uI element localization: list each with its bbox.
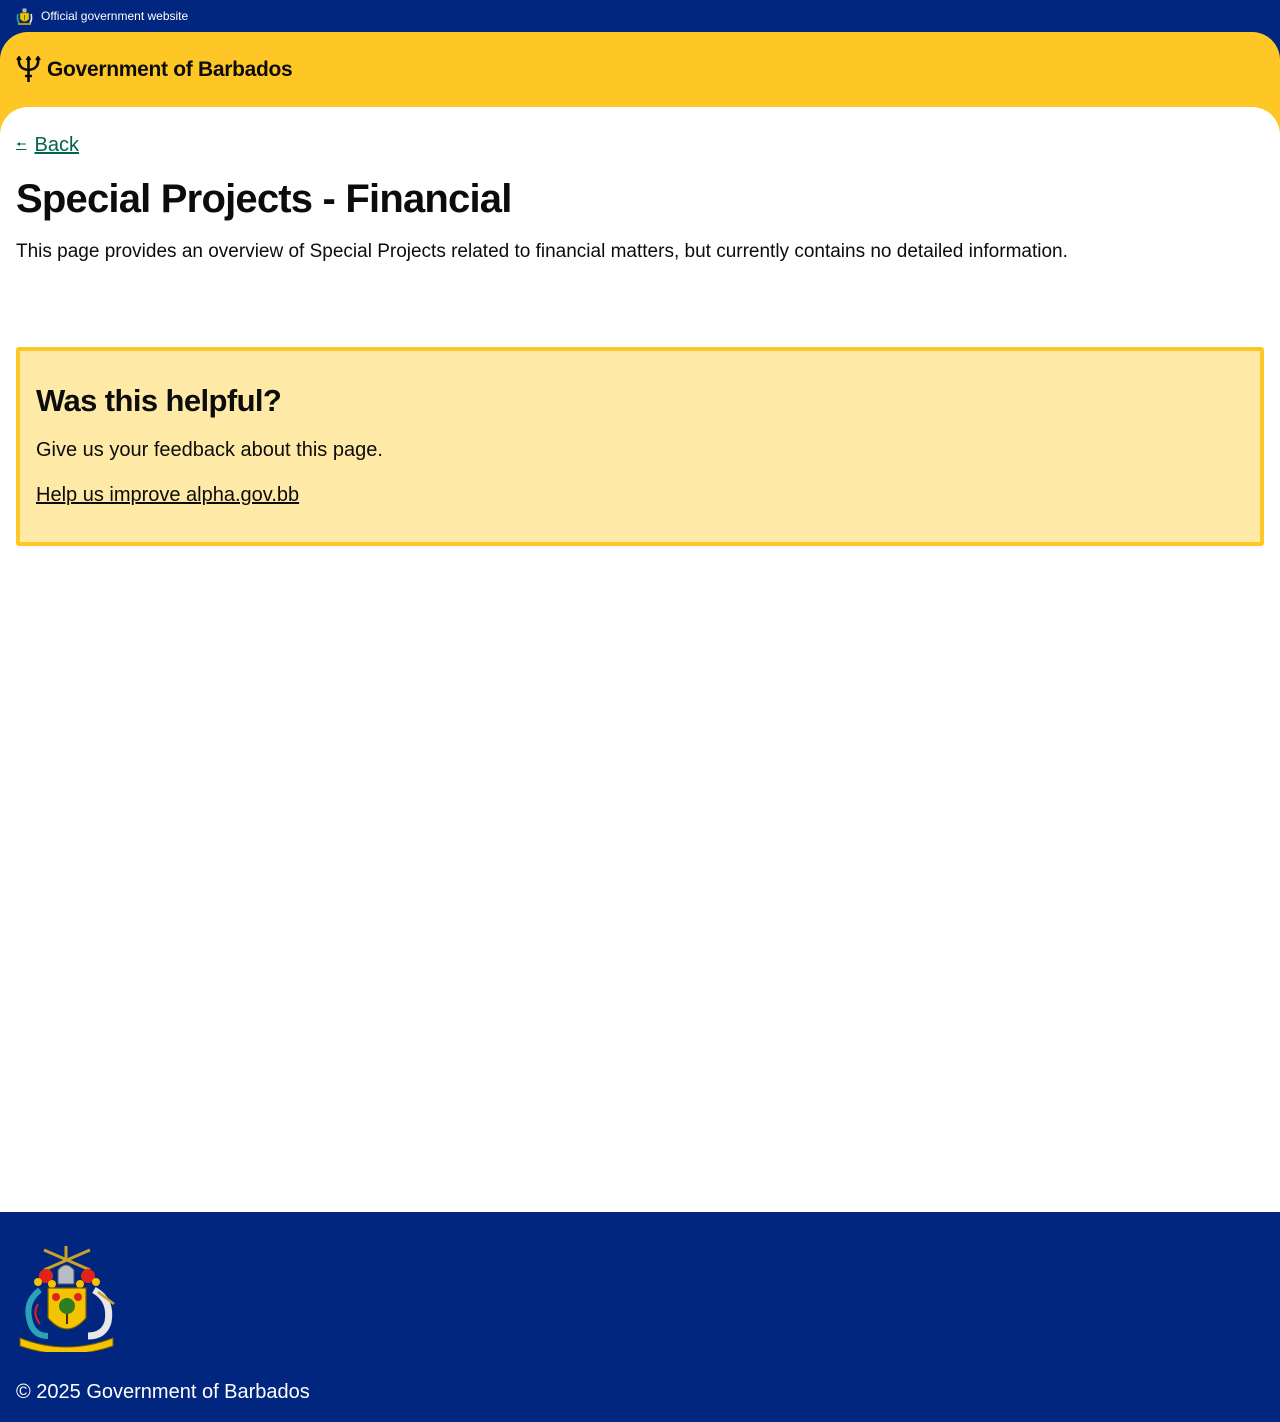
feedback-text: Give us your feedback about this page. (36, 439, 383, 461)
page-description: This page provides an overview of Specia… (16, 241, 1068, 262)
coat-of-arms-icon (19, 1246, 115, 1352)
site-footer: © 2025 Government of Barbados (0, 1212, 1280, 1422)
feedback-panel: Was this helpful? Give us your feedback … (16, 347, 1264, 546)
feedback-heading: Was this helpful? (36, 383, 282, 418)
feedback-link[interactable]: Help us improve alpha.gov.bb (36, 482, 299, 508)
official-site-label: Official government website (41, 9, 189, 23)
trident-icon (16, 56, 41, 82)
main-content: 🠔 Back Special Projects - Financial This… (0, 107, 1280, 1212)
back-link-label: Back (34, 134, 79, 156)
official-site-banner: Official government website (0, 0, 1280, 32)
back-link[interactable]: 🠔 Back (16, 134, 79, 157)
footer-copyright: © 2025 Government of Barbados (16, 1381, 310, 1403)
coat-of-arms-icon (16, 8, 33, 25)
site-brand-link[interactable]: Government of Barbados (16, 56, 293, 83)
page-title: Special Projects - Financial (16, 177, 512, 221)
arrow-left-icon: 🠔 (16, 137, 27, 151)
site-title: Government of Barbados (47, 57, 293, 81)
